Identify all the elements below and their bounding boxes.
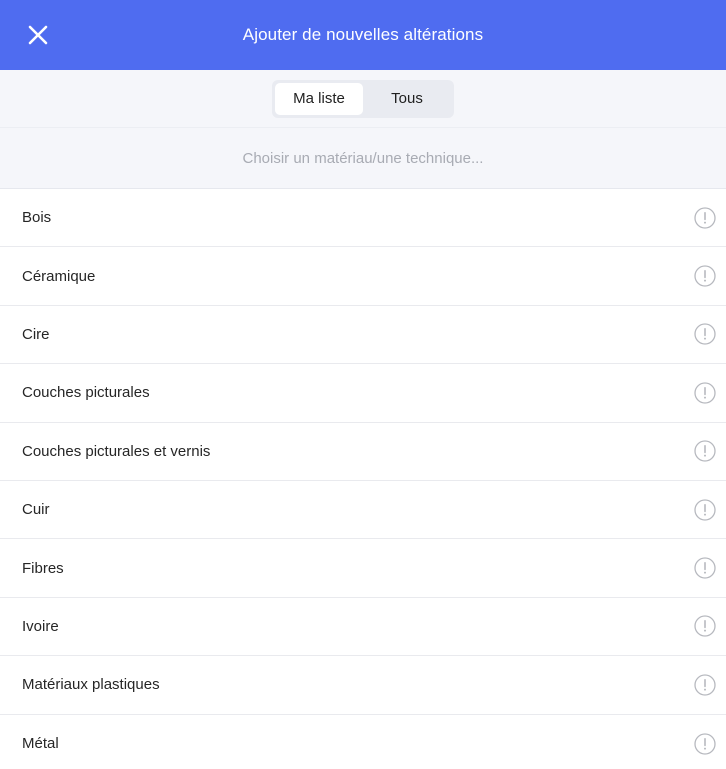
search-bar: [0, 128, 726, 189]
materials-list: Bois Céramique Cire Couches picturales C…: [0, 189, 726, 769]
info-icon[interactable]: [692, 555, 718, 581]
list-item-metal[interactable]: Métal: [0, 715, 726, 769]
segmented-control: Ma liste Tous: [272, 79, 454, 118]
material-search-input[interactable]: [63, 140, 663, 176]
list-item-materiaux-plastiques[interactable]: Matériaux plastiques: [0, 656, 726, 715]
list-item-ceramique[interactable]: Céramique: [0, 247, 726, 306]
list-item-label: Cuir: [22, 501, 50, 519]
list-item-label: Cire: [22, 325, 50, 343]
page-title: Ajouter de nouvelles altérations: [242, 25, 484, 44]
list-item-label: Métal: [22, 735, 59, 753]
app-header: Ajouter de nouvelles altérations: [0, 0, 726, 70]
info-icon[interactable]: [692, 321, 718, 347]
info-icon[interactable]: [692, 263, 718, 289]
list-item-cuir[interactable]: Cuir: [0, 481, 726, 540]
list-item-label: Ivoire: [22, 617, 59, 635]
info-icon[interactable]: [692, 497, 718, 523]
list-item-label: Couches picturales et vernis: [22, 442, 211, 460]
list-item-label: Céramique: [22, 267, 96, 285]
list-item-label: Matériaux plastiques: [22, 676, 160, 694]
tab-tous[interactable]: Tous: [363, 83, 451, 115]
list-item-ivoire[interactable]: Ivoire: [0, 598, 726, 657]
list-item-fibres[interactable]: Fibres: [0, 539, 726, 598]
info-icon[interactable]: [692, 672, 718, 698]
info-icon[interactable]: [692, 613, 718, 639]
info-icon[interactable]: [692, 205, 718, 231]
list-item-couches-picturales-et-vernis[interactable]: Couches picturales et vernis: [0, 423, 726, 481]
list-item-couches-picturales[interactable]: Couches picturales: [0, 364, 726, 423]
list-item-label: Fibres: [22, 559, 64, 577]
close-button[interactable]: [22, 19, 54, 51]
list-item-label: Bois: [22, 209, 52, 227]
list-item-bois[interactable]: Bois: [0, 189, 726, 248]
add-alterations-screen: Ajouter de nouvelles altérations Ma list…: [0, 0, 726, 769]
close-icon: [28, 25, 48, 45]
list-item-label: Couches picturales: [22, 384, 150, 402]
segment-bar: Ma liste Tous: [0, 70, 726, 128]
info-icon[interactable]: [692, 731, 718, 757]
info-icon[interactable]: [692, 380, 718, 406]
list-item-cire[interactable]: Cire: [0, 306, 726, 365]
info-icon[interactable]: [692, 438, 718, 464]
tab-ma-liste[interactable]: Ma liste: [275, 82, 363, 115]
